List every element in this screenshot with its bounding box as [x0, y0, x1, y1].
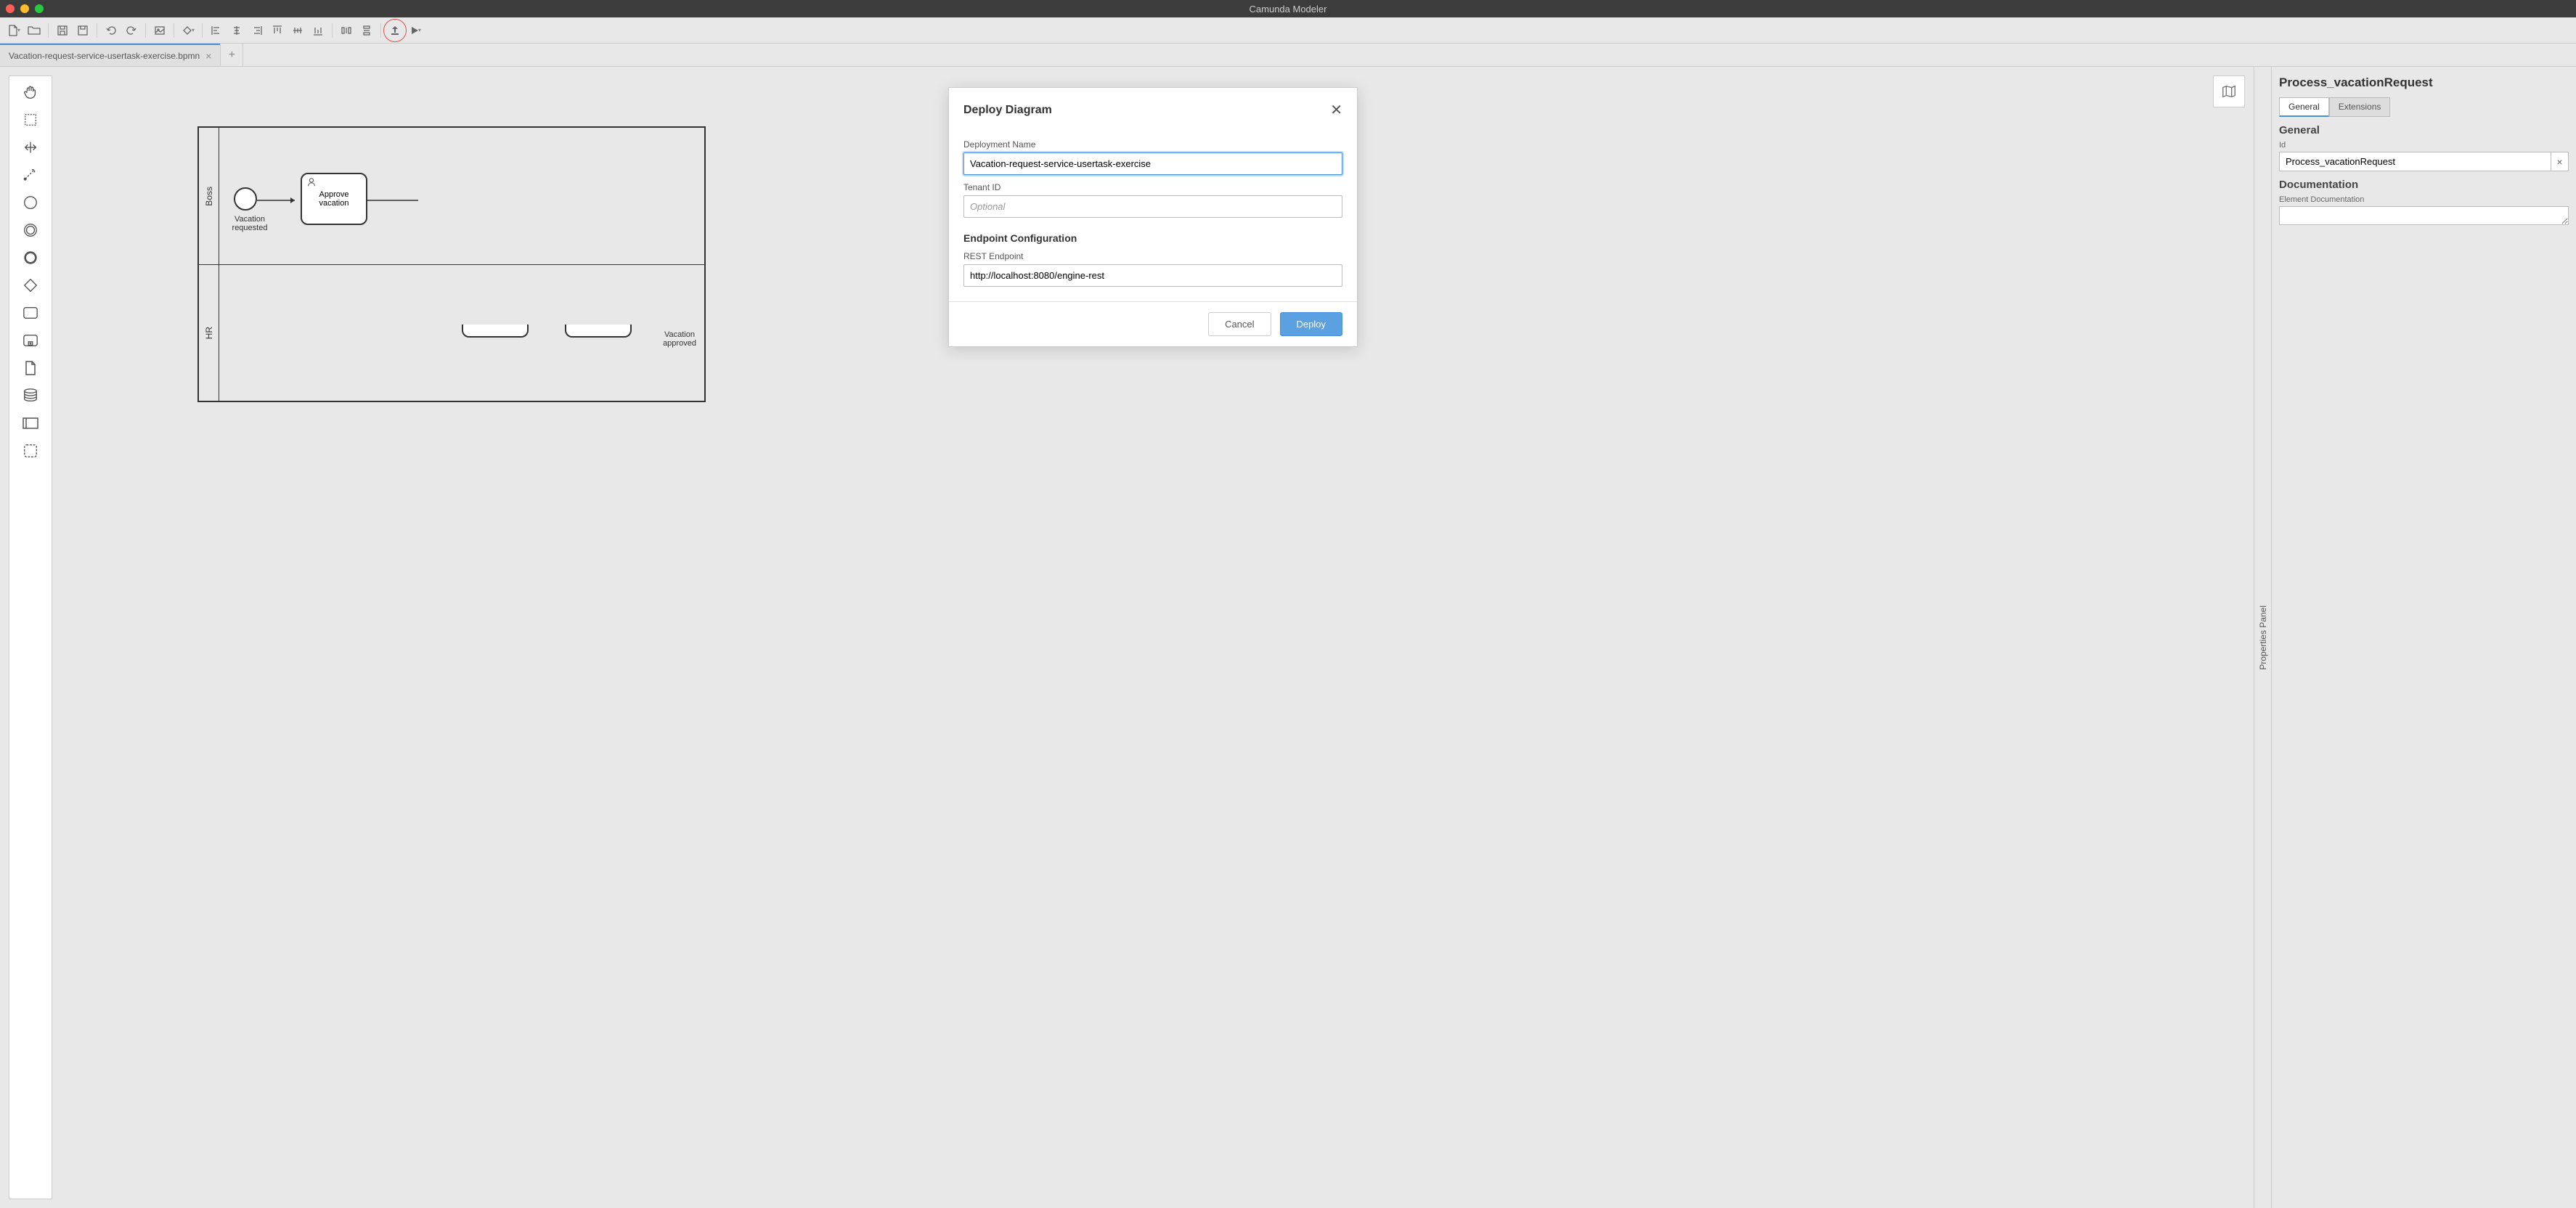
id-clear-button[interactable]: ×	[2551, 152, 2569, 171]
properties-panel: Process_vacationRequest General Extensio…	[2271, 67, 2576, 1208]
redo-button[interactable]	[122, 21, 141, 40]
hand-tool-icon[interactable]	[16, 81, 45, 104]
dialog-title: Deploy Diagram	[963, 104, 1052, 117]
tenant-id-input[interactable]	[963, 195, 1342, 218]
align-right-button[interactable]	[248, 21, 266, 40]
tab-extensions[interactable]: Extensions	[2329, 97, 2391, 117]
save-button[interactable]	[53, 21, 72, 40]
task-label: Approve vacation	[305, 190, 363, 208]
space-tool-icon[interactable]	[16, 136, 45, 159]
lane-label: Boss	[204, 187, 214, 206]
data-object-icon[interactable]	[16, 356, 45, 380]
end-event-icon[interactable]	[16, 246, 45, 269]
distribute-v-button[interactable]	[357, 21, 376, 40]
section-general: General	[2279, 124, 2569, 136]
export-image-button[interactable]	[150, 21, 169, 40]
titlebar: Camunda Modeler	[0, 0, 2576, 17]
align-bottom-button[interactable]	[309, 21, 327, 40]
tab-general[interactable]: General	[2279, 97, 2329, 117]
end-event-label: Vacation approved	[658, 330, 701, 348]
start-event[interactable]	[234, 187, 257, 211]
align-middle-button[interactable]	[288, 21, 307, 40]
deployment-name-input[interactable]	[963, 152, 1342, 175]
window-maximize[interactable]	[35, 4, 44, 13]
doc-textarea[interactable]	[2279, 206, 2569, 225]
sequence-flow-2[interactable]	[367, 195, 418, 206]
properties-panel-toggle-label: Properties Panel	[2258, 605, 2268, 670]
start-event-icon[interactable]	[16, 191, 45, 214]
window-minimize[interactable]	[20, 4, 29, 13]
align-top-button[interactable]	[268, 21, 287, 40]
hidden-task-2[interactable]	[565, 325, 632, 338]
hidden-task-1[interactable]	[462, 325, 529, 338]
align-left-button[interactable]	[207, 21, 226, 40]
properties-panel-toggle[interactable]: Properties Panel	[2254, 67, 2271, 1208]
window-close[interactable]	[6, 4, 15, 13]
deployment-name-label: Deployment Name	[963, 139, 1342, 150]
id-input[interactable]	[2279, 152, 2551, 171]
tenant-id-label: Tenant ID	[963, 182, 1342, 192]
palette	[9, 76, 52, 1199]
deploy-dialog: Deploy Diagram ✕ Deployment Name Tenant …	[948, 87, 1358, 347]
bpmn-pool[interactable]: Boss Vacation requested Approve vacation…	[197, 126, 706, 402]
tab-active[interactable]: Vacation-request-service-usertask-exerci…	[0, 44, 220, 66]
toolbar: ▾ ▾ ▾	[0, 17, 2576, 44]
start-event-label: Vacation requested	[228, 215, 272, 232]
gateway-icon[interactable]	[16, 274, 45, 297]
intermediate-event-icon[interactable]	[16, 219, 45, 242]
distribute-h-button[interactable]	[337, 21, 356, 40]
endpoint-section-title: Endpoint Configuration	[963, 232, 1342, 244]
open-file-button[interactable]	[25, 21, 44, 40]
app-title: Camunda Modeler	[1250, 4, 1327, 15]
group-icon[interactable]	[16, 439, 45, 462]
data-store-icon[interactable]	[16, 384, 45, 407]
run-button[interactable]: ▾	[406, 21, 425, 40]
subprocess-icon[interactable]	[16, 329, 45, 352]
task-icon[interactable]	[16, 301, 45, 325]
deploy-confirm-button[interactable]: Deploy	[1280, 312, 1342, 336]
properties-title: Process_vacationRequest	[2279, 76, 2569, 90]
save-as-button[interactable]	[73, 21, 92, 40]
sequence-flow-1[interactable]	[257, 195, 301, 206]
cancel-button[interactable]: Cancel	[1208, 312, 1271, 336]
id-label: Id	[2279, 141, 2569, 150]
user-icon	[306, 177, 317, 187]
rest-endpoint-input[interactable]	[963, 264, 1342, 287]
tab-bar: Vacation-request-service-usertask-exerci…	[0, 44, 2576, 67]
align-center-button[interactable]	[227, 21, 246, 40]
lasso-tool-icon[interactable]	[16, 108, 45, 131]
tab-new-button[interactable]: +	[220, 44, 243, 66]
lane-hr[interactable]: HR Vacation approved	[199, 264, 704, 401]
minimap-toggle[interactable]	[2213, 76, 2245, 107]
section-documentation: Documentation	[2279, 179, 2569, 191]
rest-endpoint-label: REST Endpoint	[963, 251, 1342, 261]
participant-icon[interactable]	[16, 412, 45, 435]
doc-label: Element Documentation	[2279, 195, 2569, 204]
user-task-approve[interactable]: Approve vacation	[301, 173, 367, 225]
lane-label: HR	[204, 327, 214, 339]
tab-close-icon[interactable]: ×	[205, 50, 211, 62]
tab-label: Vacation-request-service-usertask-exerci…	[9, 51, 200, 61]
connect-tool-icon[interactable]	[16, 163, 45, 187]
canvas[interactable]: Boss Vacation requested Approve vacation…	[52, 67, 2254, 1208]
element-templates-button[interactable]: ▾	[179, 21, 197, 40]
new-file-button[interactable]: ▾	[4, 21, 23, 40]
deploy-button[interactable]	[386, 21, 404, 40]
undo-button[interactable]	[102, 21, 121, 40]
dialog-close-button[interactable]: ✕	[1330, 101, 1342, 119]
lane-boss[interactable]: Boss Vacation requested Approve vacation	[199, 128, 704, 264]
